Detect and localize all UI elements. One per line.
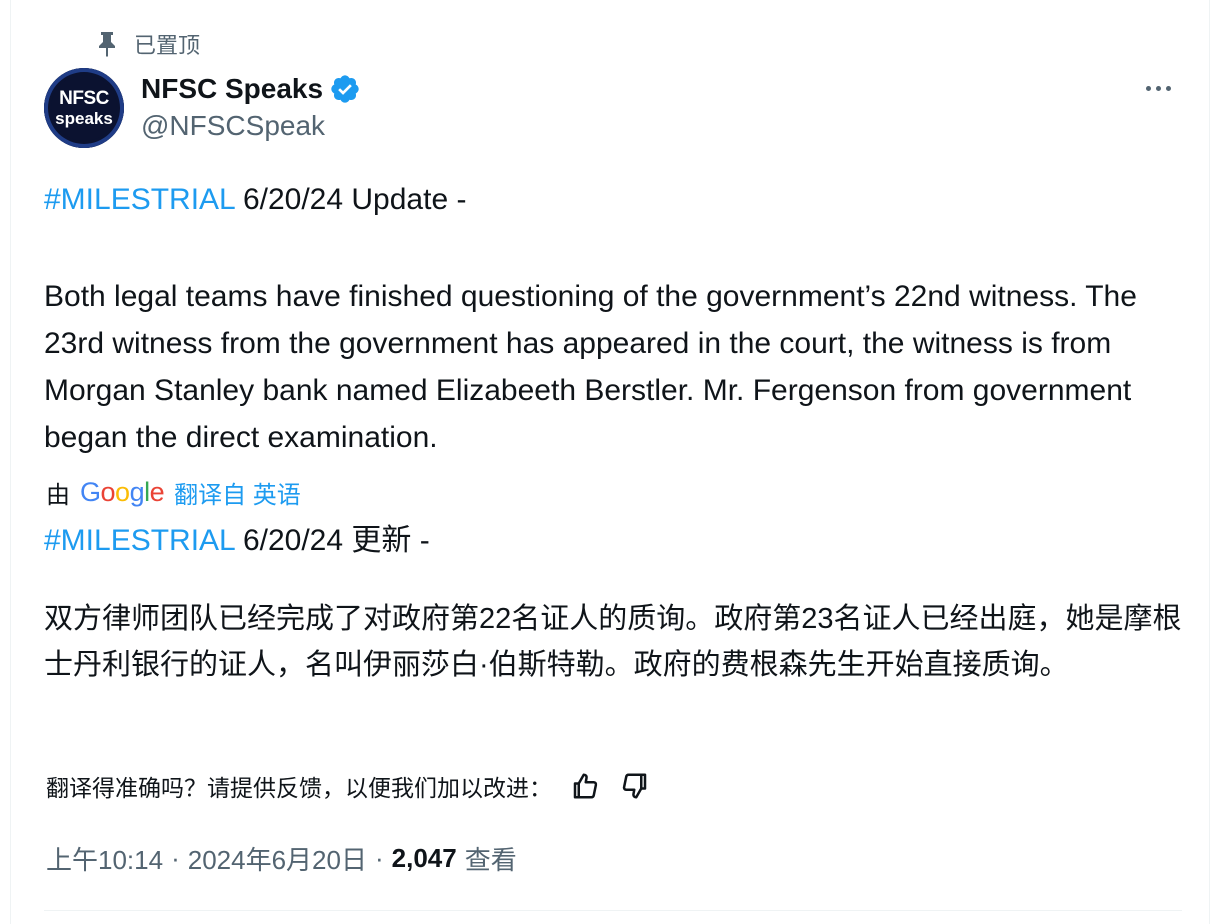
translated-by-label: 由 bbox=[46, 481, 70, 509]
feedback-prompt: 翻译得准确吗？请提供反馈，以便我们加以改进： bbox=[46, 775, 552, 801]
original-heading: #MILESTRIAL 6/20/24 Update - bbox=[44, 176, 1184, 223]
translated-heading-text: 6/20/24 更新 - bbox=[234, 524, 430, 557]
meta-separator: · bbox=[374, 842, 384, 873]
pin-icon bbox=[96, 30, 118, 58]
views-count: 2,047 bbox=[391, 842, 457, 873]
hashtag-link[interactable]: #MILESTRIAL bbox=[44, 524, 235, 557]
avatar[interactable]: NFSC speaks bbox=[44, 68, 124, 148]
translated-heading: #MILESTRIAL 6/20/24 更新 - bbox=[44, 517, 1184, 564]
thumbs-down-icon[interactable] bbox=[618, 769, 652, 803]
views-label: 查看 bbox=[464, 844, 517, 875]
meta-separator: · bbox=[171, 842, 180, 873]
tweet-meta: 上午10:14 · 2024年6月20日 · 2,047 查看 bbox=[46, 838, 517, 878]
author-display-name[interactable]: NFSC Speaks bbox=[141, 73, 323, 105]
translated-from-link[interactable]: 翻译自 英语 bbox=[174, 475, 301, 510]
original-body: Both legal teams have finished questioni… bbox=[44, 280, 1137, 454]
tweet-time[interactable]: 上午10:14 bbox=[46, 840, 163, 877]
verified-badge-icon[interactable] bbox=[329, 73, 361, 105]
translation-feedback: 翻译得准确吗？请提供反馈，以便我们加以改进： bbox=[46, 766, 652, 806]
thumbs-up-icon[interactable] bbox=[568, 769, 602, 803]
avatar-text-line2: speaks bbox=[55, 108, 113, 128]
original-heading-text: 6/20/24 Update - bbox=[234, 183, 467, 216]
translated-body: 双方律师团队已经完成了对政府第22名证人的质询。政府第23名证人已经出庭，她是摩… bbox=[44, 603, 1182, 681]
more-options-icon[interactable] bbox=[1138, 72, 1178, 104]
hashtag-link[interactable]: #MILESTRIAL bbox=[44, 183, 235, 216]
translation-attribution: 由 Google 翻译自 英语 bbox=[46, 472, 301, 512]
divider bbox=[44, 910, 1182, 911]
tweet-date[interactable]: 2024年6月20日 bbox=[188, 840, 367, 877]
author-handle[interactable]: @NFSCSpeak bbox=[141, 110, 325, 142]
pinned-indicator: 已置顶 bbox=[96, 28, 200, 60]
google-logo: Google bbox=[80, 476, 165, 507]
pinned-label: 已置顶 bbox=[134, 33, 201, 58]
author-name-row: NFSC Speaks bbox=[141, 70, 361, 108]
avatar-text-line1: NFSC bbox=[59, 87, 109, 109]
